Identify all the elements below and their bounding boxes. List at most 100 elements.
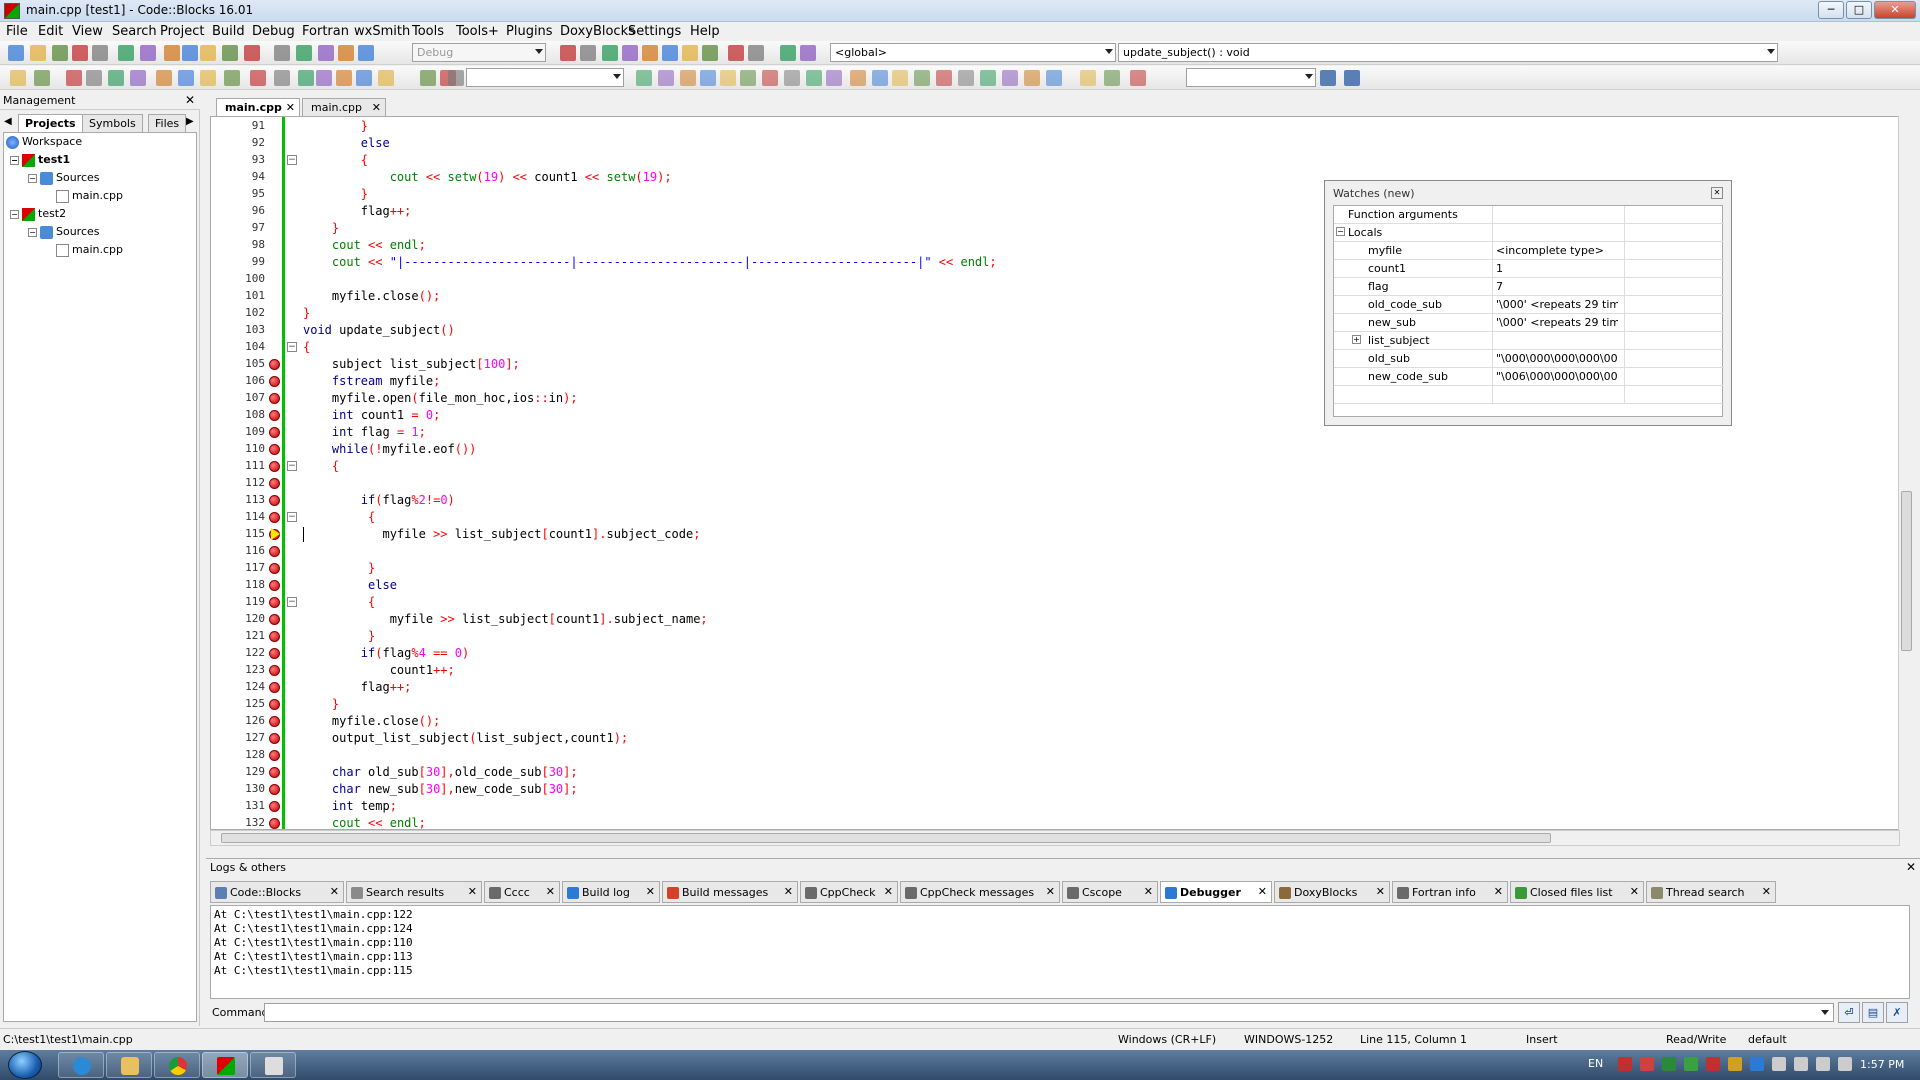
log-tab-debugger[interactable]: Debugger ✕ [1160,881,1272,903]
toolbar2-tool-icon[interactable] [316,70,332,86]
collapse-icon[interactable]: − [28,173,37,183]
close-tab-icon[interactable]: ✕ [884,885,893,898]
rebuild-icon[interactable] [662,45,678,61]
collapse-icon[interactable]: − [28,227,37,237]
menu-build[interactable]: Build [212,24,245,39]
log-tab-cppcheck-messages[interactable]: CppCheck messages ✕ [900,881,1060,903]
menu-fortran[interactable]: Fortran [302,24,349,39]
taskbar-console[interactable] [250,1052,296,1078]
tab-files[interactable]: Files [148,114,187,132]
breakpoint-icon[interactable] [269,580,280,591]
replace-icon[interactable] [222,45,238,61]
collapse-icon[interactable]: − [10,209,19,219]
menu-tools[interactable]: Tools [412,24,444,39]
menu-project[interactable]: Project [160,24,204,39]
breakpoint-icon[interactable] [269,682,280,693]
log-tab-cccc[interactable]: Cccc ✕ [484,881,560,903]
close-management-icon[interactable]: ✕ [185,93,195,107]
redo-icon[interactable] [118,45,134,61]
watch-row[interactable]: flag 7 [1334,278,1724,296]
build-run-icon[interactable] [642,45,658,61]
volume-icon[interactable] [1794,1057,1808,1071]
toolbar2-tool-icon[interactable] [378,70,394,86]
breakpoint-icon[interactable] [269,495,280,506]
tree-folder-sources[interactable]: − Sources [28,225,100,243]
editor-tab-main-cpp[interactable]: main.cpp ✕ [216,98,300,116]
toolbar2-tool-icon[interactable] [826,70,842,86]
power-icon[interactable] [1838,1057,1852,1071]
fold-toggle-icon[interactable]: − [287,461,297,471]
close-tab-icon[interactable]: ✕ [1046,885,1055,898]
fold-toggle-icon[interactable]: − [287,512,297,522]
fold-toggle-icon[interactable]: − [287,597,297,607]
step-out-icon[interactable] [780,45,796,61]
toolbar2-tool-icon[interactable] [274,70,290,86]
toolbar2-tool-icon[interactable] [1104,70,1120,86]
menu-doxyblocks[interactable]: DoxyBlocks [560,24,635,39]
cut-icon[interactable] [140,45,156,61]
run-icon[interactable] [274,45,290,61]
breakpoint-icon[interactable] [269,648,280,659]
collapse-icon[interactable]: − [10,155,19,165]
toolbar2-tool-icon[interactable] [130,70,146,86]
debug-icon[interactable] [702,45,718,61]
rebuild-icon[interactable] [318,45,334,61]
build-target-select[interactable]: Debug [412,43,546,62]
toolbar2-tool-icon[interactable] [1024,70,1040,86]
breakpoint-icon[interactable] [269,750,280,761]
breakpoint-icon[interactable] [269,546,280,557]
copy-icon[interactable] [164,45,180,61]
watch-row[interactable]: old_sub "\000\000\000\000\000\000\b\ [1334,350,1724,368]
close-watches-icon[interactable]: ✕ [1711,187,1723,199]
toolbar2-tool-icon[interactable] [86,70,102,86]
menu-view[interactable]: View [72,24,103,39]
alert-icon[interactable] [1706,1057,1720,1071]
log-tab-code-blocks[interactable]: Code::Blocks ✕ [210,881,344,903]
menu-plugins[interactable]: Plugins [506,24,553,39]
expand-icon[interactable]: + [1352,335,1361,344]
breakpoint-icon[interactable] [269,427,280,438]
scroll-thumb[interactable] [1901,491,1912,651]
antivirus-icon[interactable] [1618,1057,1632,1071]
find-icon[interactable] [560,45,576,61]
toolbar2-tool-icon[interactable] [448,70,464,86]
toolbar2-tool-icon[interactable] [178,70,194,86]
tab-scroll-right-icon[interactable]: ▶ [186,116,194,127]
close-tab-icon[interactable]: ✕ [286,101,295,114]
menu-tools[interactable]: Tools+ [456,24,499,39]
abort-icon[interactable] [682,45,698,61]
clear-log-button[interactable]: ✗ [1886,1002,1908,1023]
fold-toggle-icon[interactable]: − [287,155,297,165]
close-tab-icon[interactable]: ✕ [1144,885,1153,898]
toolbar2-tool-icon[interactable] [806,70,822,86]
watch-row[interactable] [1334,386,1724,404]
breakpoint-icon[interactable] [269,512,280,523]
fold-toggle-icon[interactable]: − [287,342,297,352]
tree-file-main-cpp[interactable]: main.cpp [56,243,123,261]
toolbar2-tool-icon[interactable] [872,70,888,86]
next-line-icon[interactable] [728,45,744,61]
chevron-down-icon[interactable] [1821,1010,1829,1015]
build-icon[interactable] [244,45,260,61]
toolbar2-tool-icon[interactable] [892,70,908,86]
breakpoint-icon[interactable] [269,665,280,676]
close-logs-icon[interactable]: ✕ [1906,860,1916,874]
code-completion-select[interactable] [1186,68,1316,87]
clock[interactable]: 1:57 PM [1860,1058,1904,1071]
close-tab-icon[interactable]: ✕ [646,885,655,898]
close-tab-icon[interactable]: ✕ [1762,885,1771,898]
open-icon[interactable] [30,45,46,61]
toolbar2-tool-icon[interactable] [108,70,124,86]
scroll-thumb[interactable] [221,833,1551,843]
watch-row[interactable]: new_code_sub "\006\000\000\000\000\000\00 [1334,368,1724,386]
log-tab-build-messages[interactable]: Build messages ✕ [662,881,798,903]
toolbar2-tool-icon[interactable] [914,70,930,86]
toolbar2-tool-icon[interactable] [784,70,800,86]
breakpoint-icon[interactable] [269,767,280,778]
menu-settings[interactable]: Settings [628,24,681,39]
command-input[interactable] [264,1003,1834,1022]
toolbar2-tool-icon[interactable] [356,70,372,86]
toolbar2-tool-icon[interactable] [420,70,436,86]
undo-icon[interactable] [92,45,108,61]
close-tab-icon[interactable]: ✕ [784,885,793,898]
